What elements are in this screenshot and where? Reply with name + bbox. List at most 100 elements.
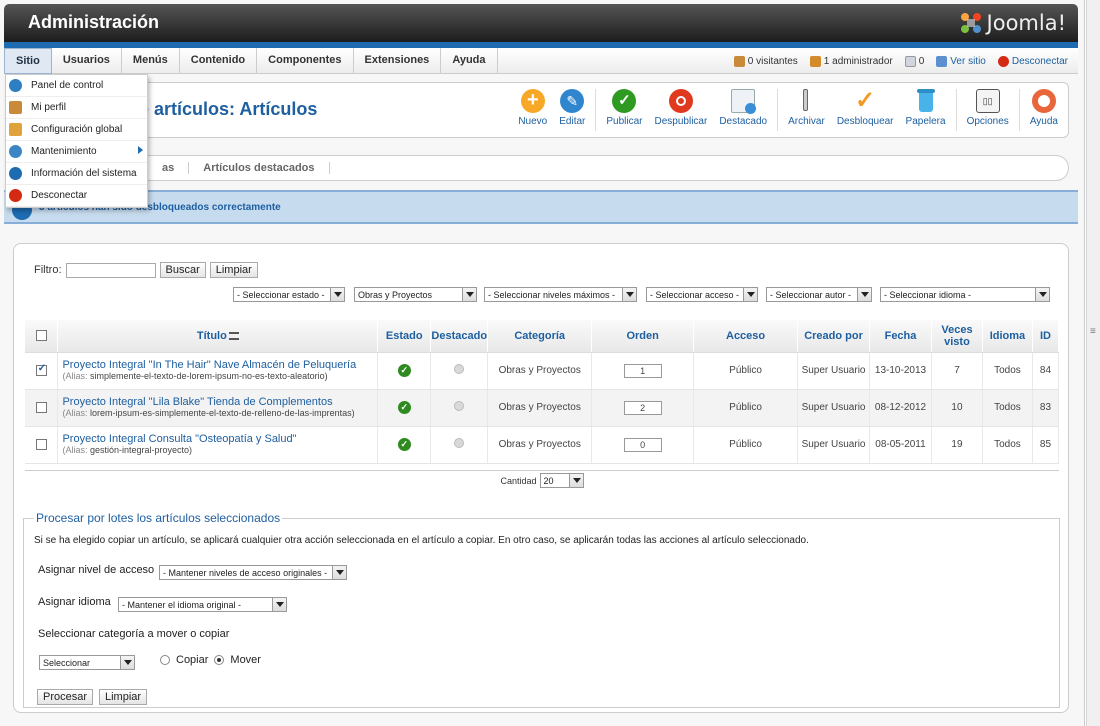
id-cell: 83: [1032, 389, 1060, 427]
options-button[interactable]: ▯▯ Opciones: [961, 87, 1015, 133]
unpublish-button[interactable]: Despublicar: [649, 87, 714, 133]
hits-cell: 10: [931, 389, 983, 427]
copy-label: Copiar: [176, 654, 209, 666]
archive-button[interactable]: Archivar: [782, 87, 831, 133]
category-filter-select[interactable]: Obras y Proyectos: [354, 287, 477, 302]
chevron-down-icon: [462, 288, 476, 301]
menu-usuarios[interactable]: Usuarios: [52, 47, 122, 74]
logout-link[interactable]: Desconectar: [997, 55, 1068, 67]
order-input[interactable]: 1: [623, 363, 662, 378]
system-message: 3 artículos han sido desbloqueados corre…: [4, 190, 1078, 224]
order-header[interactable]: Orden: [591, 320, 695, 353]
not-featured-icon[interactable]: [454, 364, 465, 374]
status-filter-select[interactable]: - Seleccionar estado -: [233, 287, 345, 302]
filter-bar: Filtro: Buscar Limpiar: [34, 262, 258, 278]
row-checkbox[interactable]: [35, 401, 47, 413]
article-title-link[interactable]: Proyecto Integral Consulta "Osteopatía y…: [62, 433, 377, 445]
category-header[interactable]: Categoría: [487, 320, 593, 353]
status-cell: ✓: [377, 389, 432, 427]
order-cell: 1: [591, 352, 695, 390]
featured-button[interactable]: Destacado: [713, 87, 773, 133]
access-cell: Público: [693, 389, 799, 427]
menu-item-logout[interactable]: Desconectar: [6, 185, 147, 207]
access-header[interactable]: Acceso: [693, 320, 799, 353]
batch-legend: Procesar por lotes los artículos selecci…: [34, 511, 283, 525]
batch-category-select[interactable]: Seleccionar: [39, 655, 135, 670]
clear-filter-button[interactable]: Limpiar: [209, 262, 258, 278]
chevron-down-icon: [568, 474, 583, 487]
admin-header: Administración Joomla!: [4, 4, 1078, 42]
menu-item-my-profile[interactable]: Mi perfil: [6, 97, 147, 119]
move-label: Mover: [230, 654, 261, 666]
article-title-link[interactable]: Proyecto Integral "In The Hair" Nave Alm…: [62, 359, 377, 371]
row-checkbox[interactable]: [35, 438, 47, 450]
admins-status: 1 administrador: [809, 55, 893, 67]
trash-button[interactable]: Papelera: [900, 87, 952, 133]
toolbar-panel: le artículos: Artículos + Nuevo ✎ Editar ✓…: [13, 82, 1069, 138]
article-title-link[interactable]: Proyecto Integral "Lila Blake" Tienda de…: [62, 396, 377, 408]
not-featured-icon[interactable]: [454, 438, 465, 448]
chevron-down-icon: [1035, 288, 1049, 301]
menu-ayuda[interactable]: Ayuda: [441, 47, 498, 74]
date-cell: 08-05-2011: [869, 426, 932, 464]
author-filter-select[interactable]: - Seleccionar autor -: [766, 287, 872, 302]
menu-item-global-config[interactable]: Configuración global: [6, 119, 147, 141]
sort-icon: [228, 331, 239, 340]
id-header[interactable]: ID: [1032, 320, 1060, 353]
menu-extensiones[interactable]: Extensiones: [354, 47, 442, 74]
published-icon[interactable]: ✓: [397, 401, 411, 414]
checkin-button[interactable]: ✓ Desbloquear: [831, 87, 900, 133]
help-button[interactable]: Ayuda: [1024, 87, 1064, 133]
search-button[interactable]: Buscar: [159, 262, 206, 278]
list-limit-select[interactable]: 20: [539, 473, 584, 488]
row-checkbox[interactable]: [35, 363, 47, 376]
menu-item-system-info[interactable]: Información del sistema: [6, 163, 147, 185]
status-header[interactable]: Estado: [377, 320, 432, 353]
title-cell: Proyecto Integral "In The Hair" Nave Alm…: [57, 352, 379, 390]
hits-header[interactable]: Veces visto: [931, 320, 983, 353]
admin-icon: [809, 55, 821, 67]
publish-button[interactable]: ✓ Publicar: [600, 87, 648, 133]
language-header[interactable]: Idioma: [982, 320, 1033, 353]
move-radio[interactable]: [214, 655, 225, 665]
vertical-scrollbar[interactable]: ≡: [1086, 0, 1100, 726]
menu-menus[interactable]: Menús: [122, 47, 180, 74]
messages-status[interactable]: 0: [904, 55, 924, 67]
copy-radio[interactable]: [160, 655, 170, 665]
table-header-row: Título Estado Destacado Categoría Orden …: [25, 320, 1060, 353]
level-filter-select[interactable]: - Seleccionar niveles máximos -: [484, 287, 637, 302]
filter-search-input[interactable]: [65, 262, 156, 278]
published-icon[interactable]: ✓: [397, 438, 411, 451]
title-header[interactable]: Título: [57, 320, 379, 353]
edit-button[interactable]: ✎ Editar: [553, 87, 591, 133]
tab-featured-articles[interactable]: Artículos destacados: [189, 162, 330, 174]
title-cell: Proyecto Integral Consulta "Osteopatía y…: [57, 426, 379, 464]
order-input[interactable]: 2: [623, 400, 662, 415]
published-icon[interactable]: ✓: [397, 364, 411, 377]
select-all-checkbox[interactable]: [35, 330, 47, 342]
batch-access-select[interactable]: - Mantener niveles de acceso originales …: [159, 565, 347, 580]
order-input[interactable]: 0: [623, 437, 662, 452]
menu-sitio[interactable]: Sitio: [4, 47, 52, 74]
featured-header[interactable]: Destacado: [430, 320, 489, 353]
access-filter-select[interactable]: - Seleccionar acceso -: [646, 287, 758, 302]
created-by-header[interactable]: Creado por: [797, 320, 871, 353]
view-site-link[interactable]: Ver sitio: [936, 55, 986, 67]
menu-item-maintenance[interactable]: Mantenimiento: [6, 141, 147, 163]
language-filter-select[interactable]: - Seleccionar idioma -: [880, 287, 1050, 302]
batch-clear-button[interactable]: Limpiar: [99, 689, 148, 705]
menu-contenido[interactable]: Contenido: [180, 47, 258, 74]
date-header[interactable]: Fecha: [869, 320, 932, 353]
check-icon: ✓: [612, 89, 637, 113]
menu-item-control-panel[interactable]: Panel de control: [6, 75, 147, 97]
new-button[interactable]: + Nuevo: [512, 87, 553, 133]
power-icon: [997, 55, 1009, 67]
sitio-dropdown-menu: Panel de control Mi perfil Configuración…: [5, 74, 148, 208]
not-featured-icon[interactable]: [454, 401, 465, 411]
menu-componentes[interactable]: Componentes: [257, 47, 354, 74]
batch-language-select[interactable]: - Mantener el idioma original -: [118, 597, 287, 612]
process-button[interactable]: Procesar: [37, 689, 94, 705]
main-menu: Sitio Usuarios Menús Contenido Component…: [4, 47, 1078, 74]
featured-cell: [430, 426, 489, 464]
tab-categories[interactable]: as: [148, 162, 190, 174]
